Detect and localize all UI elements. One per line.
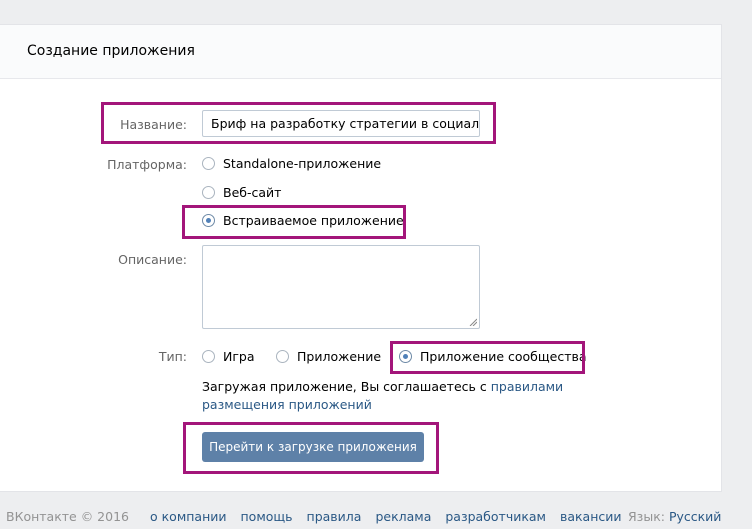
copyright-text: ВКонтакте © 2016 <box>6 509 129 524</box>
radio-standalone[interactable] <box>202 157 215 170</box>
app-name-input[interactable]: Бриф на разработку стратегии в социальн <box>202 110 480 137</box>
type-option-app[interactable]: Приложение <box>276 349 381 364</box>
terms-prefix: Загружая приложение, Вы соглашаетесь с <box>202 379 491 394</box>
type-option-label: Игра <box>223 349 255 364</box>
footer-link-about[interactable]: о компании <box>150 509 227 524</box>
card-header: Создание приложения <box>0 25 721 79</box>
footer-links: о компании помощь правила реклама разраб… <box>150 509 621 524</box>
type-option-label: Приложение <box>297 349 382 364</box>
footer-link-rules[interactable]: правила <box>307 509 362 524</box>
radio-embedded[interactable] <box>202 214 215 227</box>
terms-text: Загружая приложение, Вы соглашаетесь с п… <box>202 378 642 414</box>
footer-link-help[interactable]: помощь <box>241 509 293 524</box>
footer-link-developers[interactable]: разработчикам <box>445 509 546 524</box>
footer-copyright: ВКонтакте © 2016 <box>6 509 129 524</box>
name-label: Название: <box>120 117 187 132</box>
type-option-game[interactable]: Игра <box>202 349 255 364</box>
type-label: Тип: <box>158 349 187 364</box>
submit-upload-button[interactable]: Перейти к загрузке приложения <box>202 432 424 462</box>
resize-grip-icon[interactable] <box>469 318 477 326</box>
language-label: Язык: <box>628 509 665 524</box>
platform-label: Платформа: <box>107 157 187 172</box>
footer-link-ads[interactable]: реклама <box>375 509 431 524</box>
platform-option-website[interactable]: Веб-сайт <box>202 185 281 200</box>
platform-option-label: Встраиваемое приложение <box>223 213 404 228</box>
description-label: Описание: <box>118 252 187 267</box>
footer-language: Язык: Русский <box>628 509 721 524</box>
page-title: Создание приложения <box>27 43 195 59</box>
footer-link-jobs[interactable]: вакансии <box>560 509 622 524</box>
radio-game[interactable] <box>202 350 215 363</box>
platform-option-standalone[interactable]: Standalone-приложение <box>202 156 381 171</box>
platform-option-embedded[interactable]: Встраиваемое приложение <box>202 213 404 228</box>
radio-community-app[interactable] <box>399 350 412 363</box>
type-option-community-app[interactable]: Приложение сообщества <box>399 349 587 364</box>
type-option-label: Приложение сообщества <box>420 349 587 364</box>
language-selector[interactable]: Русский <box>669 509 721 524</box>
radio-app[interactable] <box>276 350 289 363</box>
platform-option-label: Standalone-приложение <box>223 156 382 171</box>
platform-option-label: Веб-сайт <box>223 185 282 200</box>
radio-website[interactable] <box>202 186 215 199</box>
description-textarea[interactable] <box>202 245 480 329</box>
